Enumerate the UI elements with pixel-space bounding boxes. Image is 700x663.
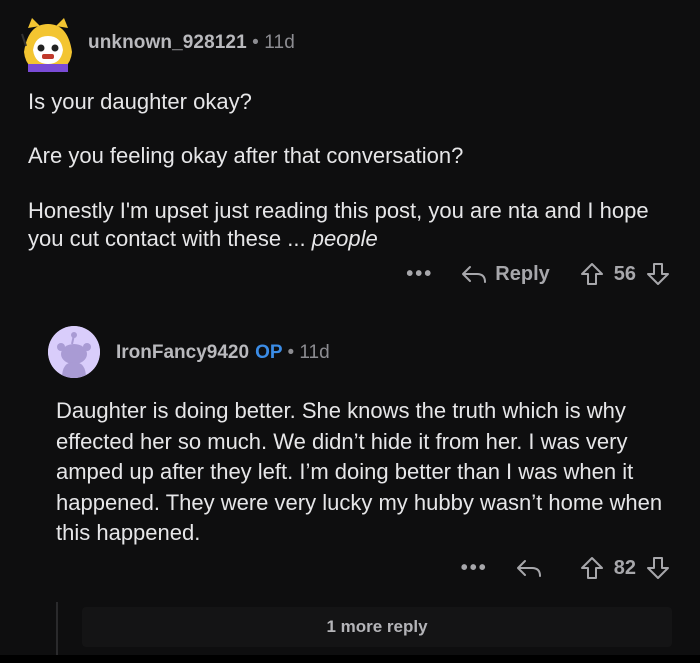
downvote-icon[interactable] [646,262,670,286]
comment-paragraph-3: Honestly I'm upset just reading this pos… [28,197,668,253]
comment-author[interactable]: unknown_928121 • 11d [88,32,295,54]
reply-button[interactable]: Reply [461,262,550,286]
default-snoo-avatar-icon [48,326,100,378]
thread-line[interactable] [56,602,58,658]
reply-avatar[interactable] [48,326,100,378]
username[interactable]: IronFancy9420 [116,342,249,363]
username[interactable]: unknown_928121 [88,32,247,53]
reply-label: Reply [495,262,550,285]
upvote-icon[interactable] [580,262,604,286]
vote-count: 82 [613,556,636,579]
reply-button[interactable] [516,558,550,578]
op-badge: OP [255,342,283,363]
reply-actions: ••• 82 [461,556,670,580]
comment-paragraph-1: Is your daughter okay? [28,89,252,114]
avatar[interactable] [20,14,76,74]
downvote-icon[interactable] [646,556,670,580]
more-options-icon[interactable]: ••• [461,558,488,578]
bottom-edge [0,655,700,663]
vote-count: 56 [613,262,636,285]
reply-arrow-icon [462,266,487,283]
upvote-icon[interactable] [580,556,604,580]
comment-paragraph-2: Are you feeling okay after that conversa… [28,143,464,168]
more-options-icon[interactable]: ••• [406,264,433,284]
reply-arrow-icon [516,560,541,577]
vote-controls: 82 [580,556,670,580]
comment-paragraph-3-italic: people [311,226,378,251]
vote-controls: 56 [580,262,670,286]
reply-age: • 11d [287,342,330,363]
comment-actions: ••• Reply 56 [406,262,670,286]
more-replies-button[interactable]: 1 more reply [82,607,672,647]
snoo-avatar-icon [20,14,76,74]
reply-text: Daughter is doing better. She knows the … [56,398,663,545]
reply-author[interactable]: IronFancy9420 OP • 11d [116,342,330,364]
comment-age: • 11d [252,32,295,53]
